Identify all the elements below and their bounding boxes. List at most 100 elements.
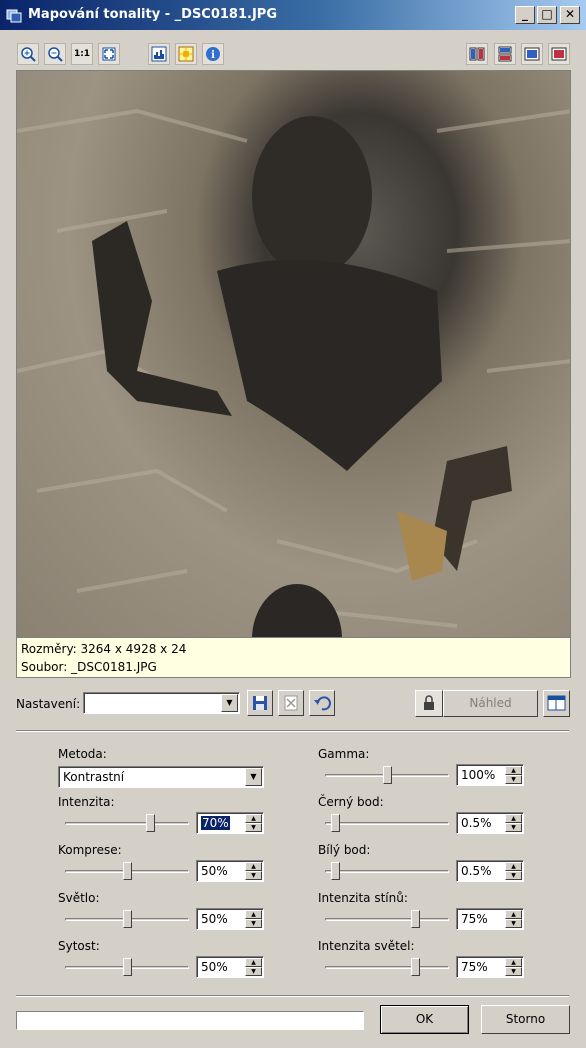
saturation-value-text: 50% bbox=[201, 960, 228, 974]
spin-up-icon[interactable]: ▲ bbox=[245, 958, 262, 967]
saturation-spin-buttons[interactable]: ▲ ▼ bbox=[245, 958, 262, 976]
light-spinbox[interactable]: 50% ▲ ▼ bbox=[196, 908, 264, 930]
intensity-slider-track[interactable] bbox=[65, 822, 189, 825]
highlight-intensity-slider-thumb[interactable] bbox=[411, 958, 420, 976]
spin-up-icon[interactable]: ▲ bbox=[505, 910, 522, 919]
method-combo[interactable]: Kontrastní ▼ bbox=[58, 766, 264, 788]
layout-icon bbox=[547, 695, 566, 711]
zoom-out-icon bbox=[48, 47, 63, 62]
shadow-intensity-spin-buttons[interactable]: ▲ ▼ bbox=[505, 910, 522, 928]
exposure-warning-button[interactable] bbox=[175, 43, 197, 65]
spin-down-icon[interactable]: ▼ bbox=[245, 823, 262, 832]
progress-bar bbox=[16, 1011, 364, 1030]
zoom-in-button[interactable] bbox=[17, 43, 39, 65]
gamma-spin-buttons[interactable]: ▲ ▼ bbox=[505, 766, 522, 784]
highlight-intensity-spin-buttons[interactable]: ▲ ▼ bbox=[505, 958, 522, 976]
spin-up-icon[interactable]: ▲ bbox=[505, 814, 522, 823]
shadow-intensity-slider-thumb[interactable] bbox=[411, 910, 420, 928]
spin-up-icon[interactable]: ▲ bbox=[505, 766, 522, 775]
spin-up-icon[interactable]: ▲ bbox=[505, 862, 522, 871]
black-point-spin-buttons[interactable]: ▲ ▼ bbox=[505, 814, 522, 832]
intensity-value[interactable]: 70% bbox=[201, 816, 230, 830]
histogram-button[interactable] bbox=[148, 43, 170, 65]
black-point-slider-track[interactable] bbox=[325, 822, 449, 825]
gamma-spinbox[interactable]: 100% ▲ ▼ bbox=[456, 764, 524, 786]
view-original-button[interactable] bbox=[548, 43, 570, 65]
info-button[interactable]: i bbox=[202, 43, 224, 65]
delete-settings-button[interactable] bbox=[278, 690, 304, 716]
spin-up-icon[interactable]: ▲ bbox=[245, 814, 262, 823]
shadow-intensity-slider-track[interactable] bbox=[325, 918, 449, 921]
zoom-out-button[interactable] bbox=[44, 43, 66, 65]
preview-button[interactable]: Náhled bbox=[443, 690, 538, 717]
ok-button[interactable]: OK bbox=[380, 1005, 469, 1034]
light-spin-buttons[interactable]: ▲ ▼ bbox=[245, 910, 262, 928]
white-point-label: Bílý bod: bbox=[318, 843, 371, 857]
split-vertical-icon bbox=[469, 47, 485, 61]
undo-icon bbox=[314, 696, 331, 711]
separator bbox=[16, 995, 569, 997]
lock-preview-button[interactable] bbox=[415, 690, 443, 717]
light-slider-thumb[interactable] bbox=[123, 910, 132, 928]
layout-toggle-button[interactable] bbox=[543, 690, 570, 717]
spin-down-icon[interactable]: ▼ bbox=[245, 919, 262, 928]
view-split-horizontal-button[interactable] bbox=[494, 43, 516, 65]
white-point-slider-track[interactable] bbox=[325, 870, 449, 873]
white-point-value[interactable]: 0.5% bbox=[461, 864, 492, 878]
shadow-intensity-value-text: 75% bbox=[461, 912, 488, 926]
compression-spinbox[interactable]: 50% ▲ ▼ bbox=[196, 860, 264, 882]
intensity-slider-thumb[interactable] bbox=[146, 814, 155, 832]
maximize-button[interactable]: □ bbox=[537, 6, 557, 24]
spin-up-icon[interactable]: ▲ bbox=[505, 958, 522, 967]
spin-down-icon[interactable]: ▼ bbox=[505, 871, 522, 880]
white-point-spinbox[interactable]: 0.5% ▲ ▼ bbox=[456, 860, 524, 882]
view-split-vertical-button[interactable] bbox=[466, 43, 488, 65]
image-info-panel: Rozměry: 3264 x 4928 x 24 Soubor: _DSC01… bbox=[16, 638, 571, 678]
compression-slider-thumb[interactable] bbox=[123, 862, 132, 880]
spin-down-icon[interactable]: ▼ bbox=[245, 871, 262, 880]
save-settings-button[interactable] bbox=[247, 690, 273, 716]
compression-value[interactable]: 50% bbox=[201, 864, 228, 878]
spin-up-icon[interactable]: ▲ bbox=[245, 910, 262, 919]
saturation-value[interactable]: 50% bbox=[201, 960, 228, 974]
spin-down-icon[interactable]: ▼ bbox=[245, 967, 262, 976]
spin-down-icon[interactable]: ▼ bbox=[505, 967, 522, 976]
black-point-value[interactable]: 0.5% bbox=[461, 816, 492, 830]
chevron-down-icon[interactable]: ▼ bbox=[221, 694, 238, 712]
close-button[interactable]: ✕ bbox=[560, 6, 580, 24]
cancel-button[interactable]: Storno bbox=[481, 1005, 570, 1034]
saturation-spinbox[interactable]: 50% ▲ ▼ bbox=[196, 956, 264, 978]
white-point-slider-thumb[interactable] bbox=[331, 862, 340, 880]
spin-up-icon[interactable]: ▲ bbox=[245, 862, 262, 871]
shadow-intensity-spinbox[interactable]: 75% ▲ ▼ bbox=[456, 908, 524, 930]
shadow-intensity-label: Intenzita stínů: bbox=[318, 891, 408, 905]
image-preview[interactable] bbox=[16, 70, 571, 638]
shadow-intensity-value[interactable]: 75% bbox=[461, 912, 488, 926]
highlight-intensity-value[interactable]: 75% bbox=[461, 960, 488, 974]
chevron-down-icon[interactable]: ▼ bbox=[245, 768, 262, 786]
spin-down-icon[interactable]: ▼ bbox=[505, 823, 522, 832]
intensity-spinbox[interactable]: 70% ▲ ▼ bbox=[196, 812, 264, 834]
spin-down-icon[interactable]: ▼ bbox=[505, 775, 522, 784]
reset-settings-button[interactable] bbox=[309, 690, 335, 716]
actual-size-button[interactable]: 1:1 bbox=[71, 43, 93, 65]
light-value-text: 50% bbox=[201, 912, 228, 926]
saturation-slider-thumb[interactable] bbox=[123, 958, 132, 976]
intensity-spin-buttons[interactable]: ▲ ▼ bbox=[245, 814, 262, 832]
spin-down-icon[interactable]: ▼ bbox=[505, 919, 522, 928]
settings-combo[interactable]: ▼ bbox=[83, 692, 240, 714]
white-point-spin-buttons[interactable]: ▲ ▼ bbox=[505, 862, 522, 880]
view-single-preview-button[interactable] bbox=[521, 43, 543, 65]
gamma-value[interactable]: 100% bbox=[461, 768, 495, 782]
compression-spin-buttons[interactable]: ▲ ▼ bbox=[245, 862, 262, 880]
highlight-intensity-spinbox[interactable]: 75% ▲ ▼ bbox=[456, 956, 524, 978]
black-point-spinbox[interactable]: 0.5% ▲ ▼ bbox=[456, 812, 524, 834]
light-value[interactable]: 50% bbox=[201, 912, 228, 926]
gamma-slider-thumb[interactable] bbox=[383, 766, 392, 784]
black-point-slider-thumb[interactable] bbox=[331, 814, 340, 832]
highlight-intensity-slider-track[interactable] bbox=[325, 966, 449, 969]
exposure-warning-icon bbox=[178, 46, 194, 62]
minimize-button[interactable]: _ bbox=[515, 6, 535, 24]
fit-to-window-button[interactable] bbox=[98, 43, 120, 65]
method-label: Metoda: bbox=[58, 747, 107, 761]
